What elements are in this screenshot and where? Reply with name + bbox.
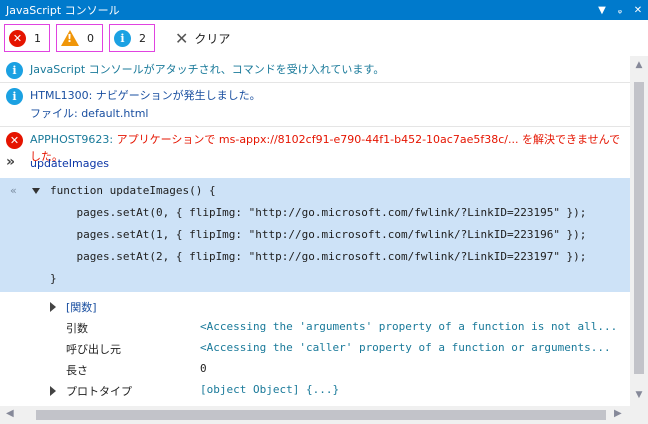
info-icon: i [6, 62, 23, 79]
dropdown-icon[interactable]: ▼ [596, 5, 608, 16]
property-value: <Accessing the 'arguments' property of a… [200, 320, 618, 333]
property-row: 引数 <Accessing the 'arguments' property o… [0, 317, 630, 338]
errors-count: 1 [34, 31, 41, 45]
scroll-left-icon[interactable]: ◀ [6, 408, 14, 419]
error-code: APPHOST9623: [30, 133, 114, 146]
expand-triangle-icon[interactable] [50, 302, 56, 312]
errors-filter-button[interactable]: ✕ 1 [4, 24, 50, 52]
property-row: 呼び出し元 <Accessing the 'caller' property o… [0, 338, 630, 359]
scroll-right-icon[interactable]: ▶ [614, 408, 622, 419]
clear-icon: ✕ [175, 28, 189, 48]
property-name: 引数 [66, 322, 88, 335]
console-toolbar: ✕ 1 ! 0 i 2 ✕ クリア [0, 20, 648, 56]
pin-icon[interactable]: ᵩ [614, 5, 626, 16]
message-text: HTML1300: ナビゲーションが発生しました。 [30, 89, 261, 102]
warnings-filter-button[interactable]: ! 0 [56, 24, 103, 52]
error-icon: ✕ [6, 132, 23, 149]
message-text: JavaScript コンソールがアタッチされ、コマンドを受け入れています。 [30, 63, 385, 76]
property-value: 0 [200, 362, 207, 375]
vertical-scrollbar[interactable]: ▲ ▼ [630, 56, 648, 406]
property-row[interactable]: プロトタイプ [object Object] {...} [0, 380, 630, 401]
property-name: 呼び出し元 [66, 343, 121, 356]
console-message: i HTML1300: ナビゲーションが発生しました。 ファイル: defaul… [0, 86, 630, 122]
code-line: pages.setAt(0, { flipImg: "http://go.mic… [50, 206, 587, 219]
window-title: JavaScript コンソール [6, 4, 120, 17]
console-error: ✕ APPHOST9623: アプリケーションで ms-appx://8102c… [0, 130, 630, 163]
divider [0, 82, 630, 83]
prompt-chevron-icon: » [6, 154, 16, 170]
messages-filter-button[interactable]: i 2 [109, 24, 155, 52]
close-icon[interactable]: ✕ [632, 5, 644, 16]
error-icon: ✕ [9, 29, 26, 47]
code-line: pages.setAt(2, { flipImg: "http://go.mic… [50, 250, 587, 263]
result-arrow-icon: « [10, 184, 17, 197]
property-name: 長さ [66, 364, 88, 377]
command-text: updateImages [30, 157, 109, 170]
warning-icon: ! [61, 30, 79, 46]
clear-label: クリア [194, 31, 231, 46]
collapse-triangle-icon[interactable] [32, 188, 40, 194]
messages-count: 2 [139, 31, 146, 45]
divider [0, 126, 630, 127]
message-file-link[interactable]: ファイル: default.html [30, 105, 148, 122]
code-line: pages.setAt(1, { flipImg: "http://go.mic… [50, 228, 587, 241]
window-buttons: ▼ ᵩ ✕ [596, 0, 644, 20]
info-icon: i [114, 29, 131, 47]
property-value: [object Object] {...} [200, 383, 340, 396]
scroll-down-icon[interactable]: ▼ [630, 390, 648, 400]
property-row[interactable]: [関数] [0, 296, 630, 317]
function-output: « function updateImages() { pages.setAt(… [0, 178, 630, 292]
title-bar: JavaScript コンソール ▼ ᵩ ✕ [0, 0, 648, 20]
property-name: [関数] [66, 301, 97, 314]
horizontal-scroll-thumb[interactable] [36, 410, 606, 420]
console-message: i JavaScript コンソールがアタッチされ、コマンドを受け入れています。 [0, 60, 630, 80]
command-entry: » updateImages [0, 154, 630, 174]
property-row: 長さ 0 [0, 359, 630, 380]
property-name: プロトタイプ [66, 385, 132, 398]
console-output: i JavaScript コンソールがアタッチされ、コマンドを受け入れています。… [0, 56, 630, 406]
info-icon: i [6, 88, 23, 105]
code-line: function updateImages() { [50, 184, 216, 197]
scroll-up-icon[interactable]: ▲ [630, 60, 648, 70]
horizontal-scrollbar[interactable]: ◀ ▶ [0, 406, 630, 424]
scrollbar-corner [630, 406, 648, 424]
code-line: } [50, 272, 57, 285]
expand-triangle-icon[interactable] [50, 386, 56, 396]
vertical-scroll-thumb[interactable] [634, 82, 644, 374]
warnings-count: 0 [87, 31, 94, 45]
clear-button[interactable]: ✕ クリア [175, 29, 230, 48]
property-value: <Accessing the 'caller' property of a fu… [200, 341, 611, 354]
